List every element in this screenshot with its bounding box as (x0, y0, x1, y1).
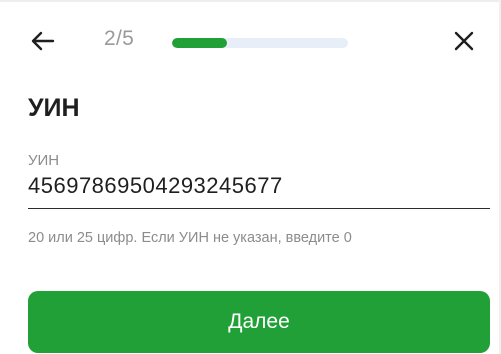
top-divider (0, 0, 501, 2)
back-button[interactable] (28, 26, 58, 56)
step-counter: 2/5 (104, 27, 135, 50)
close-icon (454, 31, 474, 51)
screen: 2/5 УИН УИН 20 или 25 цифр. Если УИН не … (0, 0, 501, 354)
next-button[interactable]: Далее (28, 291, 490, 353)
uin-field-label: УИН (28, 152, 60, 169)
arrow-left-icon (31, 31, 55, 51)
uin-field: УИН (28, 152, 490, 209)
uin-input[interactable] (28, 173, 490, 209)
header: 2/5 (0, 18, 501, 70)
uin-hint: 20 или 25 цифр. Если УИН не указан, введ… (28, 230, 352, 246)
progress-bar-fill (172, 38, 227, 48)
page-title: УИН (28, 94, 80, 122)
progress-bar (172, 38, 348, 48)
close-button[interactable] (449, 26, 479, 56)
